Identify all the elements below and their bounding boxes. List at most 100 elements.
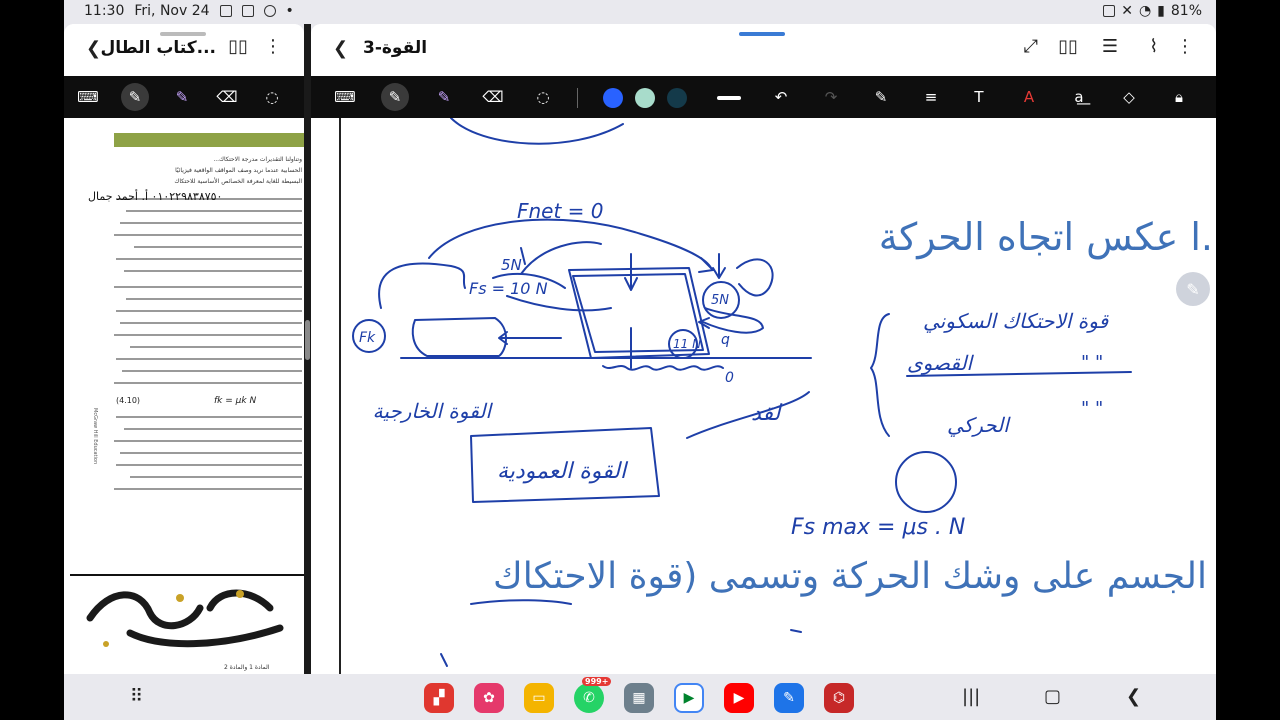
fk-label: Fk [359, 330, 376, 346]
flipboard-app-icon[interactable]: ▞ [424, 683, 454, 713]
note-canvas[interactable]: Fnet = 0 Fs = 10 N 5N 5N 11 N Fk q Fs ma… [311, 118, 1216, 674]
gallery-app-icon[interactable]: ▦ [624, 683, 654, 713]
svg-text:لقد: لقد [751, 401, 783, 426]
sataha-logo [86, 589, 284, 648]
toolbar-separator [577, 88, 578, 108]
whatsapp-app-icon[interactable]: ✆ 999+ [574, 677, 612, 713]
highlighter-icon[interactable]: ✎ [168, 83, 196, 111]
text-icon[interactable]: T [965, 83, 993, 111]
eraser-icon[interactable]: ⌫ [213, 83, 241, 111]
left-doc-title: كتاب الطال... [100, 38, 217, 58]
home-icon[interactable]: ▢ [1044, 686, 1061, 707]
svg-text:" ": " " [1081, 352, 1103, 373]
redo-icon[interactable]: ↷ [817, 83, 845, 111]
svg-text:0: 0 [725, 370, 734, 386]
static-friction-label: قوة الاحتكاك السكوني [923, 309, 1110, 333]
eraser-icon[interactable]: ⌫ [479, 83, 507, 111]
wifi-icon: ◔ [1138, 3, 1152, 19]
floating-pen-button[interactable]: ✎ [1176, 272, 1210, 306]
max-friction-label: القصوى [907, 351, 975, 375]
keyboard-icon[interactable]: ⌨ [331, 83, 359, 111]
book-icon[interactable]: ▯▯ [1058, 36, 1078, 57]
text-format-icon[interactable]: a͟ [1065, 83, 1093, 111]
recents-icon[interactable]: ||| [962, 686, 980, 707]
left-toolbar: ⌨ ✎ ✎ ⌫ ◌ [64, 76, 304, 118]
navigation-bar: ⠿ ▞ ✿ ▭ ✆ 999+ ▦ ▶ ▶ ✎ ⌬ ||| ▢ ❮ [64, 674, 1216, 720]
window-handle-active[interactable] [739, 32, 785, 36]
typed-line-bottom: الجسم على وشك الحركة وتسمى (قوة الاحتكاك [493, 556, 1207, 597]
shapes-icon[interactable]: ◇ [1115, 83, 1143, 111]
lock-icon[interactable]: 🔒︎ [1165, 83, 1193, 111]
undo-icon[interactable]: ↶ [767, 83, 795, 111]
svg-text:q: q [721, 332, 730, 348]
book-icon[interactable]: ▯▯ [228, 36, 248, 57]
apps-grid-icon[interactable]: ⠿ [130, 686, 143, 707]
files-app-icon[interactable]: ▭ [524, 683, 554, 713]
textbook-page[interactable]: وتناولنا التقديرات مدرجة الاحتكاك... الح… [64, 118, 304, 674]
more-dot-icon: • [285, 3, 294, 19]
back-chevron-icon[interactable]: ❮ [86, 38, 101, 59]
5n-circle-label: 5N [711, 293, 729, 308]
back-chevron-icon[interactable]: ❮ [333, 38, 348, 59]
lasso-icon[interactable]: ◌ [529, 83, 557, 111]
clock: 11:30 [84, 3, 125, 19]
divider-line [70, 574, 304, 576]
pen-app-icon[interactable]: ✎ [774, 683, 804, 713]
window-handle[interactable] [160, 32, 206, 36]
equation-number: (4.10) [116, 396, 141, 405]
normal-force-label: القوة العمودية [497, 459, 629, 484]
section-header-bar [114, 133, 304, 147]
kinetic-label: الحركي [947, 413, 1011, 437]
tablet-screen: 11:30 Fri, Nov 24 • ✕ ◔ ▮ 81% ❮ كتاب الط… [64, 0, 1216, 720]
text-color-icon[interactable]: A [1015, 83, 1043, 111]
side-caption: McGraw Hill Education [92, 408, 98, 465]
keyboard-icon[interactable]: ⌨ [74, 83, 102, 111]
whatsapp-status-icon [263, 5, 276, 17]
fnet-label: Fnet = 0 [517, 199, 604, 223]
more-menu-icon[interactable]: ⋮ [264, 36, 282, 57]
whatsapp-badge: 999+ [582, 677, 612, 686]
arc-stroke [450, 118, 624, 145]
color-swatch-mint[interactable] [635, 88, 655, 108]
textbook-text: وتناولنا التقديرات مدرجة الاحتكاك... الح… [174, 156, 302, 185]
expand-icon[interactable]: ⤢ [1024, 36, 1038, 57]
handwriting-layer: Fnet = 0 Fs = 10 N 5N 5N 11 N Fk q Fs ma… [352, 118, 1213, 667]
back-icon[interactable]: ❮ [1126, 686, 1141, 707]
left-titlebar: ❮ كتاب الطال... ▯▯ ⋮ [64, 24, 304, 76]
color-swatch-blue[interactable] [603, 88, 623, 108]
pen-settings-icon[interactable]: ✎ [867, 83, 895, 111]
screenshot-icon [219, 5, 232, 17]
blossom-app-icon[interactable]: ✿ [474, 683, 504, 713]
date: Fri, Nov 24 [134, 3, 210, 19]
alarm-icon [1103, 5, 1116, 17]
note-title: القوة-3 [363, 38, 428, 58]
attach-icon[interactable]: ⌇ [1149, 36, 1158, 57]
capture-icon [241, 5, 254, 17]
pen-icon[interactable]: ✎ [381, 83, 409, 111]
lasso-icon[interactable]: ◌ [258, 83, 286, 111]
formula: Fs max = μs . N [791, 515, 965, 540]
svg-text:5N: 5N [501, 256, 522, 274]
split-handle[interactable] [305, 320, 310, 360]
meet-app-icon[interactable]: ▶ [674, 683, 704, 713]
left-pane: ❮ كتاب الطال... ▯▯ ⋮ ⌨ ✎ ✎ ⌫ ◌ وتناولنا … [64, 24, 304, 674]
fs-label: Fs = 10 N [469, 279, 548, 298]
acrobat-app-icon[interactable]: ⌬ [824, 683, 854, 713]
typed-line-top: ا عكس اتجاه الحركة. [879, 215, 1213, 260]
drawing-toolbar: ⌨ ✎ ✎ ⌫ ◌ ↶ ↷ ✎ ≡ T A a͟ ◇ 🔒︎ [311, 76, 1216, 118]
align-icon[interactable]: ≡ [917, 83, 945, 111]
external-force-label: القوة الخارجية [373, 399, 494, 423]
highlighter-icon[interactable]: ✎ [430, 83, 458, 111]
youtube-app-icon[interactable]: ▶ [724, 683, 754, 713]
pen-icon[interactable]: ✎ [121, 83, 149, 111]
more-menu-icon[interactable]: ⋮ [1176, 36, 1194, 57]
color-swatch-teal[interactable] [667, 88, 687, 108]
stroke-width-icon[interactable] [717, 96, 741, 100]
page-footer: المادة 1 والمادة 2 [224, 664, 270, 671]
right-titlebar: ❮ القوة-3 ⤢ ▯▯ ☰ ⌇ ⋮ [311, 24, 1216, 76]
11n-label: 11 N [673, 337, 701, 351]
battery-level: 81% [1170, 3, 1202, 19]
contact-number: ٠١٠٢٢٩٨٣٨٧٥٠ أ. أحمد جمال [88, 190, 223, 203]
list-icon[interactable]: ☰ [1102, 36, 1118, 57]
mute-icon: ✕ [1121, 3, 1133, 19]
